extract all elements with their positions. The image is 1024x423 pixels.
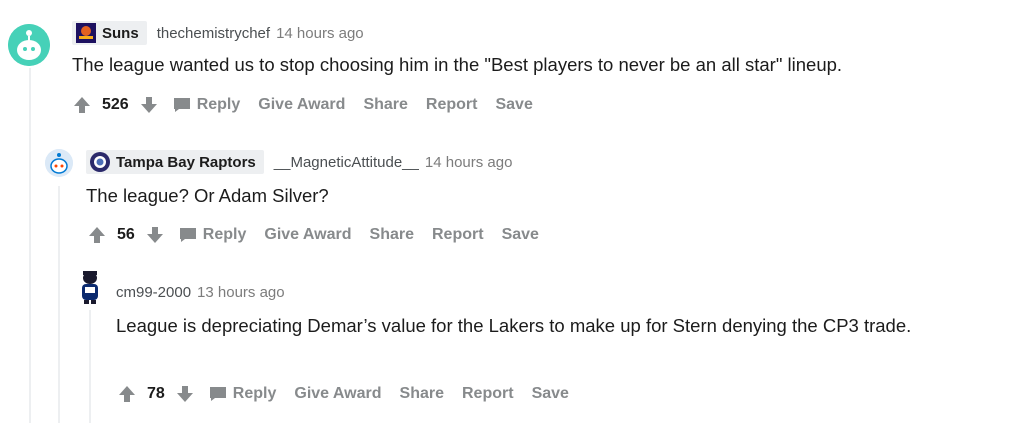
reply-button[interactable]: Reply xyxy=(209,385,277,403)
timestamp[interactable]: 13 hours ago xyxy=(197,284,285,301)
timestamp[interactable]: 14 hours ago xyxy=(276,25,364,42)
reply-button[interactable]: Reply xyxy=(173,96,241,114)
share-button[interactable]: Share xyxy=(363,96,407,114)
upvote-icon[interactable] xyxy=(87,225,107,245)
snoo-avatar-icon xyxy=(45,149,73,177)
downvote-icon[interactable] xyxy=(145,225,165,245)
comment-thread: Suns thechemistrychef 14 hours ago The l… xyxy=(0,0,1024,423)
report-button[interactable]: Report xyxy=(462,385,514,403)
report-button[interactable]: Report xyxy=(432,226,484,244)
downvote-icon[interactable] xyxy=(139,95,159,115)
comment-actions: 526 Reply Give Award Share Report Save xyxy=(72,95,551,115)
vote-score: 526 xyxy=(102,96,129,113)
avatar[interactable] xyxy=(45,149,73,177)
suns-logo-icon xyxy=(76,23,96,43)
thread-line-3[interactable] xyxy=(89,310,91,423)
username[interactable]: cm99-2000 xyxy=(116,284,191,301)
report-button[interactable]: Report xyxy=(426,96,478,114)
share-button[interactable]: Share xyxy=(400,385,444,403)
raptors-logo-icon xyxy=(90,152,110,172)
flair-text: Tampa Bay Raptors xyxy=(116,153,256,171)
comment-meta: Tampa Bay Raptors __MagneticAttitude__ 1… xyxy=(86,150,512,174)
comment-meta: Suns thechemistrychef 14 hours ago xyxy=(72,21,364,45)
comment-actions: 78 Reply Give Award Share Report Save xyxy=(117,384,587,404)
avatar[interactable] xyxy=(76,269,104,305)
reply-label: Reply xyxy=(232,385,277,402)
avatar[interactable] xyxy=(8,24,50,66)
give-award-button[interactable]: Give Award xyxy=(294,385,381,403)
vote-score: 56 xyxy=(117,226,135,243)
reply-label: Reply xyxy=(202,226,247,243)
snoo-avatar-icon xyxy=(8,24,50,66)
vote-score: 78 xyxy=(147,385,165,402)
thread-line-1[interactable] xyxy=(29,68,31,423)
save-button[interactable]: Save xyxy=(532,385,569,403)
comment-body: The league? Or Adam Silver? xyxy=(86,185,329,206)
comment-body: The league wanted us to stop choosing hi… xyxy=(72,54,843,75)
comment-actions: 56 Reply Give Award Share Report Save xyxy=(87,225,557,245)
share-button[interactable]: Share xyxy=(370,226,414,244)
upvote-icon[interactable] xyxy=(117,384,137,404)
reply-button[interactable]: Reply xyxy=(179,226,247,244)
username[interactable]: __MagneticAttitude__ xyxy=(274,154,419,171)
timestamp[interactable]: 14 hours ago xyxy=(425,154,513,171)
save-button[interactable]: Save xyxy=(502,226,539,244)
give-award-button[interactable]: Give Award xyxy=(258,96,345,114)
comment-meta: cm99-2000 13 hours ago xyxy=(116,284,285,301)
comment-bubble-icon xyxy=(209,386,227,402)
snoo-avatar-icon xyxy=(82,271,98,304)
save-button[interactable]: Save xyxy=(495,96,532,114)
flair-text: Suns xyxy=(102,24,139,42)
comment-bubble-icon xyxy=(173,97,191,113)
downvote-icon[interactable] xyxy=(175,384,195,404)
upvote-icon[interactable] xyxy=(72,95,92,115)
reply-label: Reply xyxy=(196,96,241,113)
comment-bubble-icon xyxy=(179,227,197,243)
give-award-button[interactable]: Give Award xyxy=(264,226,351,244)
user-flair: Suns xyxy=(72,21,147,45)
username[interactable]: thechemistrychef xyxy=(157,25,270,42)
comment-body: League is depreciating Demar’s value for… xyxy=(116,315,912,336)
user-flair: Tampa Bay Raptors xyxy=(86,150,264,174)
thread-line-2[interactable] xyxy=(58,186,60,423)
